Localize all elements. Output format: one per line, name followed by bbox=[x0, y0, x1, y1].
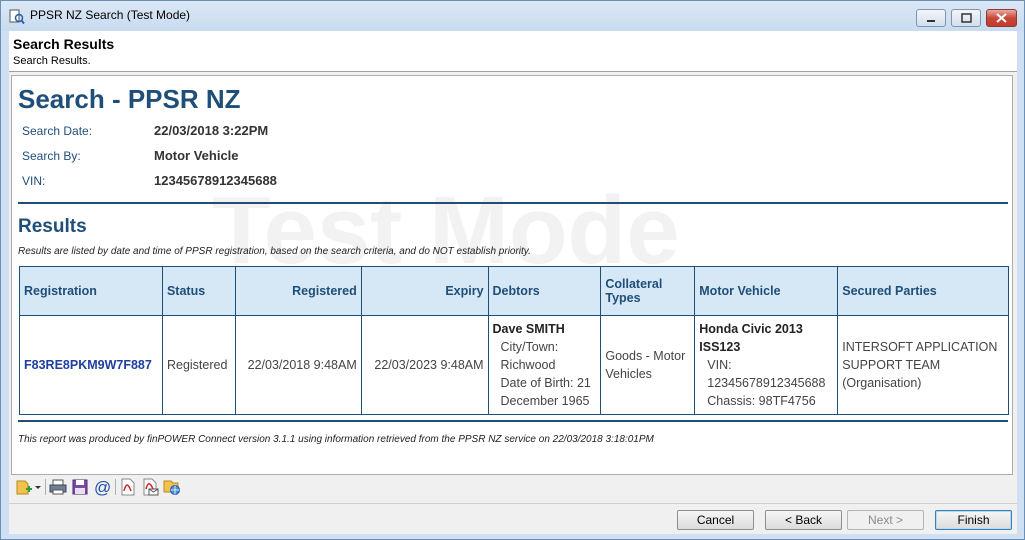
vehicle-vin: VIN: 12345678912345688 bbox=[707, 358, 826, 390]
report-footer-note: This report was produced by finPOWER Con… bbox=[18, 434, 654, 445]
registration-link[interactable]: F83RE8PKM9W7F887 bbox=[24, 358, 152, 372]
window-title: PPSR NZ Search (Test Mode) bbox=[30, 8, 191, 22]
pdf-icon[interactable] bbox=[119, 478, 137, 496]
vehicle-name: Honda Civic 2013 ISS123 bbox=[699, 322, 803, 354]
expiry-cell: 22/03/2023 9:48AM bbox=[360, 315, 489, 415]
debtor-dob: Date of Birth: 21 December 1965 bbox=[500, 376, 591, 408]
footer-divider bbox=[18, 420, 1008, 422]
minimize-icon bbox=[927, 20, 935, 22]
registered-cell: 22/03/2018 9:48AM bbox=[234, 315, 362, 415]
toolbar-separator bbox=[115, 479, 116, 495]
column-header-registered: Registered bbox=[234, 266, 362, 316]
new-document-icon[interactable] bbox=[15, 478, 33, 496]
dropdown-arrow-icon[interactable] bbox=[34, 478, 42, 496]
report-title: Search - PPSR NZ bbox=[18, 84, 241, 114]
column-header-debtors: Debtors bbox=[487, 266, 602, 316]
email-icon[interactable]: @ bbox=[93, 478, 111, 496]
debtors-cell: Dave SMITH City/Town: Richwood Date of B… bbox=[487, 315, 602, 415]
page-subtitle: Search Results. bbox=[13, 55, 91, 67]
report-toolbar: @ bbox=[11, 475, 1011, 499]
divider bbox=[18, 202, 1008, 204]
svg-text:@: @ bbox=[94, 478, 111, 496]
back-button[interactable]: < Back bbox=[765, 510, 842, 530]
registration-cell: F83RE8PKM9W7F887 bbox=[19, 315, 163, 415]
status-cell: Registered bbox=[161, 315, 236, 415]
column-header-status: Status bbox=[161, 266, 236, 316]
debtor-city: City/Town: Richwood bbox=[500, 340, 559, 372]
motor-vehicle-cell: Honda Civic 2013 ISS123 VIN: 12345678912… bbox=[694, 315, 839, 415]
wizard-header: Search Results Search Results. bbox=[9, 31, 1017, 72]
report-viewer[interactable]: Test Mode Search - PPSR NZ Search Date: … bbox=[11, 75, 1013, 475]
secured-parties-cell: INTERSOFT APPLICATION SUPPORT TEAM (Orga… bbox=[837, 315, 1009, 415]
search-by-value: Motor Vehicle bbox=[154, 148, 239, 163]
pdf-email-icon[interactable] bbox=[141, 478, 159, 496]
print-icon[interactable] bbox=[49, 478, 67, 496]
search-date-value: 22/03/2018 3:22PM bbox=[154, 123, 269, 138]
title-bar[interactable]: PPSR NZ Search (Test Mode) bbox=[1, 1, 1024, 31]
app-search-icon bbox=[9, 9, 25, 25]
next-button[interactable]: Next > bbox=[847, 510, 924, 530]
debtor-name: Dave SMITH bbox=[492, 322, 565, 336]
toolbar-separator bbox=[45, 479, 46, 495]
results-table: Registration Status Registered Expiry De… bbox=[19, 266, 1009, 415]
column-header-registration: Registration bbox=[19, 266, 163, 316]
column-header-collateral-types: Collateral Types bbox=[600, 266, 696, 316]
vehicle-chassis: Chassis: 98TF4756 bbox=[707, 394, 816, 408]
column-header-motor-vehicle: Motor Vehicle bbox=[694, 266, 839, 316]
column-header-secured-parties: Secured Parties bbox=[837, 266, 1009, 316]
search-date-label: Search Date: bbox=[22, 124, 93, 138]
close-icon bbox=[996, 13, 1007, 23]
maximize-icon bbox=[961, 13, 972, 23]
cancel-button[interactable]: Cancel bbox=[677, 510, 754, 530]
maximize-button[interactable] bbox=[951, 9, 981, 27]
results-note: Results are listed by date and time of P… bbox=[18, 246, 531, 257]
vin-value: 12345678912345688 bbox=[154, 173, 277, 188]
search-by-label: Search By: bbox=[22, 149, 81, 163]
results-heading: Results bbox=[18, 216, 87, 237]
app-window: PPSR NZ Search (Test Mode) Search Result… bbox=[0, 0, 1025, 540]
vin-label: VIN: bbox=[22, 174, 46, 188]
table-row: F83RE8PKM9W7F887 Registered 22/03/2018 9… bbox=[19, 315, 1009, 415]
web-export-icon[interactable] bbox=[163, 478, 181, 496]
page-title: Search Results bbox=[13, 36, 115, 52]
minimize-button[interactable] bbox=[916, 9, 946, 27]
table-header-row: Registration Status Registered Expiry De… bbox=[19, 266, 1009, 316]
collateral-cell: Goods - Motor Vehicles bbox=[600, 315, 696, 415]
save-icon[interactable] bbox=[71, 478, 89, 496]
close-button[interactable] bbox=[986, 9, 1017, 27]
wizard-button-bar: Cancel < Back Next > Finish bbox=[9, 503, 1017, 535]
finish-button[interactable]: Finish bbox=[935, 510, 1012, 530]
column-header-expiry: Expiry bbox=[360, 266, 489, 316]
wizard-client-area: Search Results Search Results. Test Mode… bbox=[9, 31, 1017, 534]
